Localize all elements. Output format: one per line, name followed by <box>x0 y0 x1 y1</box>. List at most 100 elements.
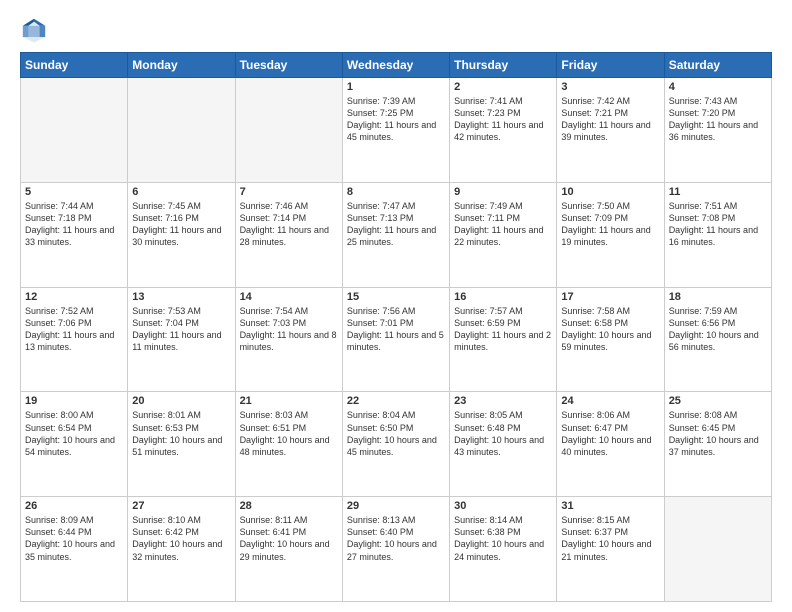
day-number: 17 <box>561 291 659 303</box>
calendar-header: SundayMondayTuesdayWednesdayThursdayFrid… <box>21 53 772 78</box>
day-info: Sunrise: 7:56 AM Sunset: 7:01 PM Dayligh… <box>347 305 445 354</box>
day-info: Sunrise: 7:46 AM Sunset: 7:14 PM Dayligh… <box>240 200 338 249</box>
weekday-friday: Friday <box>557 53 664 78</box>
day-number: 18 <box>669 291 767 303</box>
calendar: SundayMondayTuesdayWednesdayThursdayFrid… <box>20 52 772 602</box>
day-number: 16 <box>454 291 552 303</box>
calendar-cell: 15Sunrise: 7:56 AM Sunset: 7:01 PM Dayli… <box>342 287 449 392</box>
calendar-cell: 12 Sunrise: 7:52 AM Sunset: 7:06 PM Dayli… <box>21 287 128 392</box>
day-info: Sunrise: 8:09 AM Sunset: 6:44 PM Dayligh… <box>25 514 123 563</box>
header <box>20 16 772 44</box>
calendar-cell <box>664 497 771 602</box>
day-number: 1 <box>347 81 445 93</box>
calendar-cell: 24Sunrise: 8:06 AM Sunset: 6:47 PM Dayli… <box>557 392 664 497</box>
calendar-cell: 9Sunrise: 7:49 AM Sunset: 7:11 PM Daylig… <box>450 182 557 287</box>
calendar-cell: 21Sunrise: 8:03 AM Sunset: 6:51 PM Dayli… <box>235 392 342 497</box>
calendar-week-3: 19 Sunrise: 8:00 AM Sunset: 6:54 PM Dayli… <box>21 392 772 497</box>
calendar-body: 1 Sunrise: 7:39 AM Sunset: 7:25 PM Daylig… <box>21 78 772 602</box>
day-info: Sunrise: 8:01 AM Sunset: 6:53 PM Dayligh… <box>132 409 230 458</box>
day-info: Sunrise: 7:54 AM Sunset: 7:03 PM Dayligh… <box>240 305 338 354</box>
logo-icon <box>20 16 48 44</box>
day-info: Sunrise: 8:04 AM Sunset: 6:50 PM Dayligh… <box>347 409 445 458</box>
calendar-week-4: 26 Sunrise: 8:09 AM Sunset: 6:44 PM Dayli… <box>21 497 772 602</box>
day-info: Sunrise: 8:11 AM Sunset: 6:41 PM Dayligh… <box>240 514 338 563</box>
calendar-cell: 10Sunrise: 7:50 AM Sunset: 7:09 PM Dayli… <box>557 182 664 287</box>
day-info: Sunrise: 7:49 AM Sunset: 7:11 PM Dayligh… <box>454 200 552 249</box>
day-info: Sunrise: 7:59 AM Sunset: 6:56 PM Dayligh… <box>669 305 767 354</box>
day-info: Sunrise: 7:52 AM Sunset: 7:06 PM Dayligh… <box>25 305 123 354</box>
logo <box>20 16 52 44</box>
calendar-week-1: 5 Sunrise: 7:44 AM Sunset: 7:18 PM Daylig… <box>21 182 772 287</box>
day-info: Sunrise: 8:13 AM Sunset: 6:40 PM Dayligh… <box>347 514 445 563</box>
day-number: 19 <box>25 395 123 407</box>
day-info: Sunrise: 7:57 AM Sunset: 6:59 PM Dayligh… <box>454 305 552 354</box>
day-number: 11 <box>669 186 767 198</box>
day-number: 6 <box>132 186 230 198</box>
calendar-cell: 20 Sunrise: 8:01 AM Sunset: 6:53 PM Dayli… <box>128 392 235 497</box>
weekday-monday: Monday <box>128 53 235 78</box>
calendar-cell: 30 Sunrise: 8:14 AM Sunset: 6:38 PM Dayli… <box>450 497 557 602</box>
day-number: 21 <box>240 395 338 407</box>
day-number: 2 <box>454 81 552 93</box>
calendar-cell: 16 Sunrise: 7:57 AM Sunset: 6:59 PM Dayli… <box>450 287 557 392</box>
calendar-cell: 27 Sunrise: 8:10 AM Sunset: 6:42 PM Dayli… <box>128 497 235 602</box>
calendar-cell: 26 Sunrise: 8:09 AM Sunset: 6:44 PM Dayli… <box>21 497 128 602</box>
day-number: 12 <box>25 291 123 303</box>
calendar-cell: 11 Sunrise: 7:51 AM Sunset: 7:08 PM Dayli… <box>664 182 771 287</box>
day-info: Sunrise: 7:58 AM Sunset: 6:58 PM Dayligh… <box>561 305 659 354</box>
day-info: Sunrise: 8:05 AM Sunset: 6:48 PM Dayligh… <box>454 409 552 458</box>
day-info: Sunrise: 7:53 AM Sunset: 7:04 PM Dayligh… <box>132 305 230 354</box>
day-number: 7 <box>240 186 338 198</box>
calendar-cell: 25 Sunrise: 8:08 AM Sunset: 6:45 PM Dayli… <box>664 392 771 497</box>
calendar-cell: 14Sunrise: 7:54 AM Sunset: 7:03 PM Dayli… <box>235 287 342 392</box>
day-number: 3 <box>561 81 659 93</box>
day-number: 31 <box>561 500 659 512</box>
day-info: Sunrise: 7:51 AM Sunset: 7:08 PM Dayligh… <box>669 200 767 249</box>
day-number: 27 <box>132 500 230 512</box>
calendar-cell: 22Sunrise: 8:04 AM Sunset: 6:50 PM Dayli… <box>342 392 449 497</box>
day-number: 28 <box>240 500 338 512</box>
weekday-thursday: Thursday <box>450 53 557 78</box>
calendar-cell: 23 Sunrise: 8:05 AM Sunset: 6:48 PM Dayli… <box>450 392 557 497</box>
calendar-cell: 3 Sunrise: 7:42 AM Sunset: 7:21 PM Daylig… <box>557 78 664 183</box>
day-number: 20 <box>132 395 230 407</box>
calendar-cell: 29 Sunrise: 8:13 AM Sunset: 6:40 PM Dayli… <box>342 497 449 602</box>
day-info: Sunrise: 7:44 AM Sunset: 7:18 PM Dayligh… <box>25 200 123 249</box>
day-info: Sunrise: 8:15 AM Sunset: 6:37 PM Dayligh… <box>561 514 659 563</box>
day-info: Sunrise: 7:41 AM Sunset: 7:23 PM Dayligh… <box>454 95 552 144</box>
day-number: 25 <box>669 395 767 407</box>
calendar-week-2: 12 Sunrise: 7:52 AM Sunset: 7:06 PM Dayli… <box>21 287 772 392</box>
day-info: Sunrise: 8:00 AM Sunset: 6:54 PM Dayligh… <box>25 409 123 458</box>
calendar-cell: 19 Sunrise: 8:00 AM Sunset: 6:54 PM Dayli… <box>21 392 128 497</box>
day-number: 8 <box>347 186 445 198</box>
day-number: 24 <box>561 395 659 407</box>
day-number: 29 <box>347 500 445 512</box>
day-number: 23 <box>454 395 552 407</box>
day-number: 4 <box>669 81 767 93</box>
day-number: 30 <box>454 500 552 512</box>
day-info: Sunrise: 8:10 AM Sunset: 6:42 PM Dayligh… <box>132 514 230 563</box>
day-number: 26 <box>25 500 123 512</box>
page: SundayMondayTuesdayWednesdayThursdayFrid… <box>0 0 792 612</box>
calendar-cell: 5 Sunrise: 7:44 AM Sunset: 7:18 PM Daylig… <box>21 182 128 287</box>
day-info: Sunrise: 7:42 AM Sunset: 7:21 PM Dayligh… <box>561 95 659 144</box>
calendar-cell: 8Sunrise: 7:47 AM Sunset: 7:13 PM Daylig… <box>342 182 449 287</box>
calendar-week-0: 1 Sunrise: 7:39 AM Sunset: 7:25 PM Daylig… <box>21 78 772 183</box>
day-info: Sunrise: 7:39 AM Sunset: 7:25 PM Dayligh… <box>347 95 445 144</box>
weekday-wednesday: Wednesday <box>342 53 449 78</box>
calendar-cell: 4 Sunrise: 7:43 AM Sunset: 7:20 PM Daylig… <box>664 78 771 183</box>
day-info: Sunrise: 8:08 AM Sunset: 6:45 PM Dayligh… <box>669 409 767 458</box>
day-info: Sunrise: 8:14 AM Sunset: 6:38 PM Dayligh… <box>454 514 552 563</box>
calendar-cell <box>21 78 128 183</box>
weekday-header-row: SundayMondayTuesdayWednesdayThursdayFrid… <box>21 53 772 78</box>
weekday-tuesday: Tuesday <box>235 53 342 78</box>
day-info: Sunrise: 7:45 AM Sunset: 7:16 PM Dayligh… <box>132 200 230 249</box>
calendar-cell: 28 Sunrise: 8:11 AM Sunset: 6:41 PM Dayli… <box>235 497 342 602</box>
day-info: Sunrise: 7:43 AM Sunset: 7:20 PM Dayligh… <box>669 95 767 144</box>
calendar-cell <box>128 78 235 183</box>
weekday-saturday: Saturday <box>664 53 771 78</box>
calendar-cell: 2 Sunrise: 7:41 AM Sunset: 7:23 PM Daylig… <box>450 78 557 183</box>
calendar-cell: 6 Sunrise: 7:45 AM Sunset: 7:16 PM Daylig… <box>128 182 235 287</box>
calendar-cell: 17 Sunrise: 7:58 AM Sunset: 6:58 PM Dayli… <box>557 287 664 392</box>
day-number: 5 <box>25 186 123 198</box>
